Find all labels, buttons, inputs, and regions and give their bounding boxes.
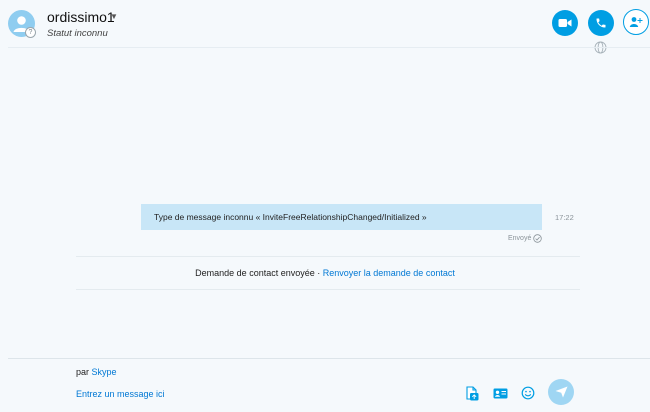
message-sent-status: Envoyé <box>508 234 543 243</box>
resend-contact-request-link[interactable]: Renvoyer la demande de contact <box>323 268 455 278</box>
send-via-line: par Skype <box>76 367 117 377</box>
header-divider <box>8 47 650 48</box>
send-via-service-link[interactable]: Skype <box>92 367 117 377</box>
chevron-down-icon[interactable]: ▼ <box>110 12 118 21</box>
notice-divider-top <box>76 256 580 257</box>
video-call-button[interactable] <box>552 10 578 36</box>
emoji-button[interactable] <box>519 384 537 402</box>
message-input[interactable] <box>76 386 436 402</box>
notice-separator: · <box>314 268 323 278</box>
contact-name[interactable]: ordissimo1 <box>47 9 115 25</box>
contact-card-icon <box>493 388 507 398</box>
presence-unknown-badge: ? <box>25 27 36 38</box>
phone-icon <box>596 18 606 28</box>
compose-divider <box>8 358 650 359</box>
send-icon <box>555 386 567 398</box>
contact-status: Statut inconnu <box>47 28 108 39</box>
file-share-button[interactable] <box>463 384 481 402</box>
file-share-icon <box>466 385 479 400</box>
voice-call-button[interactable] <box>588 10 614 36</box>
contact-request-text: Demande de contact envoyée <box>195 268 315 278</box>
contact-card-button[interactable] <box>491 384 509 402</box>
send-via-prefix: par <box>76 367 90 377</box>
sent-status-label: Envoyé <box>508 235 532 242</box>
add-person-icon <box>629 17 643 27</box>
notice-divider-bottom <box>76 289 580 290</box>
message-text: Type de message inconnu « InviteFreeRela… <box>154 212 427 222</box>
contact-request-notice: Demande de contact envoyée · Renvoyer la… <box>0 268 650 278</box>
globe-icon[interactable] <box>594 41 607 59</box>
add-people-button[interactable] <box>623 9 649 35</box>
video-camera-icon <box>558 19 572 27</box>
check-circle-icon <box>533 234 543 243</box>
message-timestamp: 17:22 <box>555 213 574 222</box>
emoji-icon <box>521 386 535 400</box>
send-button[interactable] <box>548 379 574 405</box>
